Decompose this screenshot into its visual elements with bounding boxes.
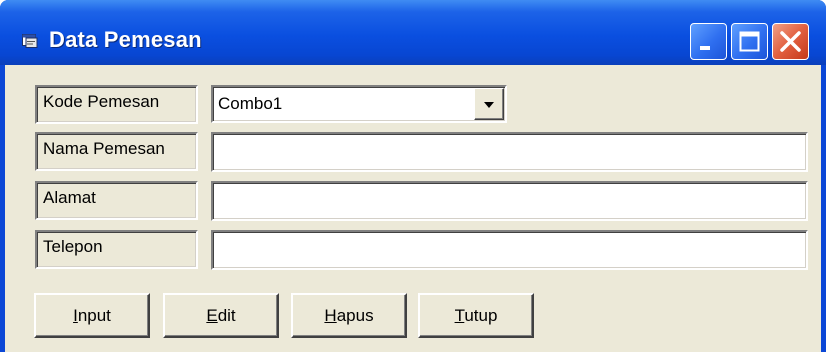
close-button[interactable] — [772, 23, 809, 60]
form-window-icon — [22, 34, 38, 48]
input-label-rest: nput — [77, 306, 111, 325]
form-client-area: Kode Pemesan Combo1 Nama Pemesan Alamat … — [5, 65, 821, 352]
label-alamat-text: Alamat — [43, 188, 96, 207]
minimize-button[interactable] — [690, 23, 727, 60]
hapus-accel-key: H — [324, 306, 337, 325]
hapus-label-rest: apus — [336, 306, 374, 325]
chevron-down-icon — [484, 102, 494, 108]
maximize-icon — [739, 31, 760, 52]
tutup-button-label: Tutup — [420, 306, 532, 326]
tutup-button[interactable]: Tutup — [418, 293, 534, 338]
hapus-button-label: Hapus — [293, 306, 405, 326]
minimize-icon — [700, 46, 710, 50]
combo-dropdown-button[interactable] — [474, 88, 504, 120]
edit-label-rest: dit — [217, 306, 236, 325]
edit-accel-key: E — [206, 306, 218, 325]
label-telepon-text: Telepon — [43, 237, 103, 256]
edit-button-label: Edit — [165, 306, 277, 326]
title-bar[interactable]: Data Pemesan — [0, 0, 826, 65]
app-window: Data Pemesan Kode Pemesan Combo1 Nama Pe… — [0, 0, 826, 352]
alamat-field[interactable] — [211, 181, 808, 221]
tutup-label-rest: utup — [464, 306, 498, 325]
window-title: Data Pemesan — [49, 27, 202, 52]
maximize-button[interactable] — [731, 23, 768, 60]
label-kode-pemesan: Kode Pemesan — [35, 85, 198, 124]
close-icon — [780, 31, 801, 52]
nama-pemesan-field[interactable] — [211, 132, 808, 172]
hapus-button[interactable]: Hapus — [291, 293, 407, 338]
edit-button[interactable]: Edit — [163, 293, 279, 338]
label-nama-pemesan: Nama Pemesan — [35, 132, 198, 171]
label-nama-pemesan-text: Nama Pemesan — [43, 139, 165, 158]
label-telepon: Telepon — [35, 230, 198, 269]
label-kode-pemesan-text: Kode Pemesan — [43, 92, 160, 111]
tutup-accel-key: T — [454, 306, 465, 325]
label-alamat: Alamat — [35, 181, 198, 220]
kode-pemesan-combobox[interactable]: Combo1 — [211, 85, 507, 123]
input-button-label: Input — [36, 306, 148, 326]
input-button[interactable]: Input — [34, 293, 150, 338]
telepon-field[interactable] — [211, 230, 808, 270]
kode-pemesan-value: Combo1 — [218, 94, 283, 113]
